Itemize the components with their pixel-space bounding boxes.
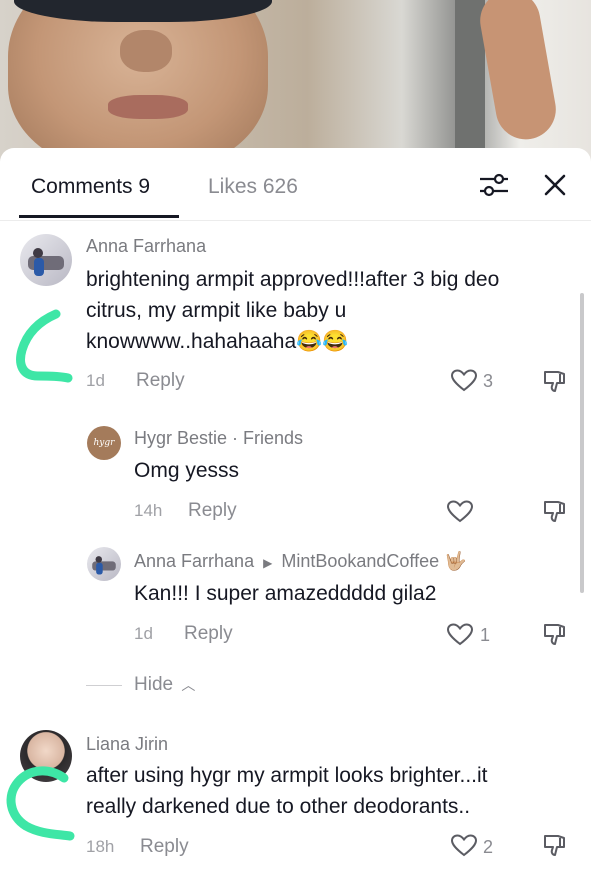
reply-arrow-icon: ▶ (263, 556, 273, 570)
comment-text-line: really darkened due to other deodorants.… (86, 795, 471, 818)
avatar[interactable] (87, 547, 121, 581)
nose (120, 30, 172, 72)
hide-replies-button[interactable]: Hide ︿ (134, 674, 195, 696)
like-count: 3 (483, 371, 494, 391)
reply-to-author[interactable]: MintBookandCoffee (281, 551, 439, 571)
tab-bar: Comments 9 Likes 626 (0, 148, 591, 221)
reply-button[interactable]: Reply (184, 623, 233, 645)
thumbs-down-icon[interactable] (542, 369, 568, 395)
hide-label: Hide (134, 674, 174, 695)
comment-text-line: knowwww..hahahaaha😂😂 (86, 330, 349, 353)
comment-text: brightening armpit approved!!!after 3 bi… (86, 264, 499, 357)
avatar[interactable] (20, 234, 72, 286)
active-tab-indicator (19, 215, 179, 218)
comment-author[interactable]: Hygr Bestie · Friends (134, 428, 303, 449)
like-count: 1 (480, 625, 491, 645)
video-background (0, 0, 591, 170)
thumbs-down-icon[interactable] (542, 833, 568, 859)
green-annotation-mark (6, 766, 75, 841)
heart-outline-icon[interactable] (447, 623, 473, 647)
comment-time: 18h (86, 837, 115, 856)
comments-sheet: Comments 9 Likes 626 Anna Farrhana brigh… (0, 148, 591, 886)
tab-comments[interactable]: Comments 9 (31, 175, 150, 199)
comment-author[interactable]: Liana Jirin (86, 734, 168, 755)
avatar-logo-text: hygr (93, 438, 115, 448)
heart-outline-icon[interactable] (451, 369, 477, 393)
reply-button[interactable]: Reply (136, 370, 185, 392)
comment-text: Omg yesss (134, 459, 240, 482)
comment-text-line: brightening armpit approved!!!after 3 bi… (86, 268, 500, 291)
comment-text: Kan!!! I super amazeddddd gila2 (134, 582, 437, 605)
comment-time: 14h (134, 501, 163, 520)
comment-author[interactable]: Anna Farrhana (86, 236, 206, 257)
comment-text-line: citrus, my armpit like baby u (86, 299, 347, 322)
avatar[interactable]: hygr (87, 426, 121, 460)
thumbs-down-icon[interactable] (542, 499, 568, 525)
reply-button[interactable]: Reply (140, 836, 189, 858)
heart-outline-icon[interactable] (451, 834, 477, 858)
comment-author-line: Anna Farrhana ▶ MintBookandCoffee 🤟🏼 (134, 551, 467, 572)
like-count: 2 (483, 837, 494, 857)
avatar-figure (28, 248, 64, 276)
hide-divider (86, 685, 122, 686)
green-annotation-mark (16, 309, 73, 383)
thumbs-down-icon[interactable] (542, 622, 568, 648)
tab-likes[interactable]: Likes 626 (208, 175, 298, 199)
avatar-figure (92, 556, 116, 575)
filter-sliders-icon[interactable] (478, 172, 510, 198)
scrollbar[interactable] (580, 293, 584, 593)
person-face (8, 0, 268, 170)
comment-time: 1d (134, 624, 153, 643)
raised-arm (475, 0, 561, 145)
lips (108, 95, 188, 119)
reply-button[interactable]: Reply (188, 500, 237, 522)
close-icon[interactable] (540, 170, 570, 200)
chevron-up-icon: ︿ (181, 677, 196, 693)
reply-to-emoji: 🤟🏼 (444, 551, 467, 571)
heart-outline-icon[interactable] (447, 500, 473, 524)
comment-time: 1d (86, 371, 105, 390)
comment-text-line: after using hygr my armpit looks brighte… (86, 764, 488, 787)
comment-author[interactable]: Anna Farrhana (134, 551, 254, 571)
comment-text: after using hygr my armpit looks brighte… (86, 760, 488, 822)
